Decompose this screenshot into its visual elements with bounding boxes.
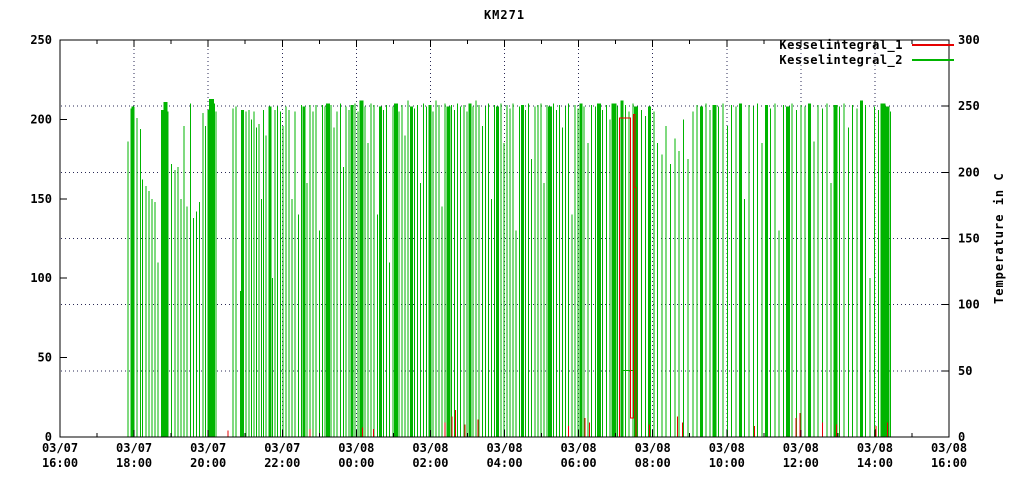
legend-line-sample-red: [912, 44, 954, 46]
x-tick-label-date: 03/08: [635, 441, 671, 455]
x-tick-label-time: 10:00: [709, 456, 745, 470]
x-tick-label-time: 22:00: [264, 456, 300, 470]
x-tick-label-date: 03/08: [783, 441, 819, 455]
x-tick-label-time: 02:00: [412, 456, 448, 470]
x-tick-label-date: 03/08: [486, 441, 522, 455]
x-tick-label-time: 00:00: [338, 456, 374, 470]
x-tick-label-time: 20:00: [190, 456, 226, 470]
x-tick-label-date: 03/07: [116, 441, 152, 455]
x-tick-label-time: 06:00: [561, 456, 597, 470]
y-right-tick-label: 100: [958, 298, 980, 312]
x-tick-label-time: 12:00: [783, 456, 819, 470]
y-left-tick-label: 50: [38, 351, 52, 365]
x-tick-label-date: 03/07: [190, 441, 226, 455]
x-tick-label-time: 14:00: [857, 456, 893, 470]
x-tick-label-time: 04:00: [486, 456, 522, 470]
x-tick-label-time: 16:00: [931, 456, 967, 470]
legend-line-sample-green: [912, 59, 954, 61]
x-tick-label-date: 03/08: [338, 441, 374, 455]
x-tick-label-time: 16:00: [42, 456, 78, 470]
y-right-tick-label: 150: [958, 232, 980, 246]
y-left-tick-label: 150: [30, 192, 52, 206]
y-right-tick-label: 50: [958, 364, 972, 378]
legend-item-kesselintegral-1: Kesselintegral_1: [779, 37, 954, 52]
grid-lines: [61, 41, 948, 436]
x-tick-label-date: 03/08: [561, 441, 597, 455]
chart-title: KM271: [60, 8, 949, 22]
x-tick-label-date: 03/07: [264, 441, 300, 455]
y-left-tick-label: 250: [30, 33, 52, 47]
plot-canvas: 05010015020025005010015020025030003/0716…: [0, 0, 1024, 480]
right-axis-title: Temperature in C: [992, 40, 1008, 437]
x-tick-label-date: 03/08: [931, 441, 967, 455]
x-tick-label-date: 03/08: [857, 441, 893, 455]
y-right-tick-label: 200: [958, 165, 980, 179]
y-right-tick-label: 300: [958, 33, 980, 47]
x-tick-label-time: 18:00: [116, 456, 152, 470]
x-tick-label-date: 03/08: [709, 441, 745, 455]
x-tick-label-time: 08:00: [635, 456, 671, 470]
series-kesselintegral_2: [128, 99, 890, 437]
x-tick-label-date: 03/08: [412, 441, 448, 455]
x-tick-label-date: 03/07: [42, 441, 78, 455]
legend-item-kesselintegral-2: Kesselintegral_2: [779, 52, 954, 67]
y-left-tick-label: 200: [30, 112, 52, 126]
legend: Kesselintegral_1 Kesselintegral_2: [779, 37, 954, 67]
legend-label: Kesselintegral_1: [779, 38, 903, 52]
y-left-tick-label: 100: [30, 271, 52, 285]
y-right-tick-label: 250: [958, 99, 980, 113]
gnuplot-chart-window: KM271 Kesselintegral_1 Kesselintegral_2 …: [0, 0, 1024, 480]
legend-label: Kesselintegral_2: [779, 53, 903, 67]
